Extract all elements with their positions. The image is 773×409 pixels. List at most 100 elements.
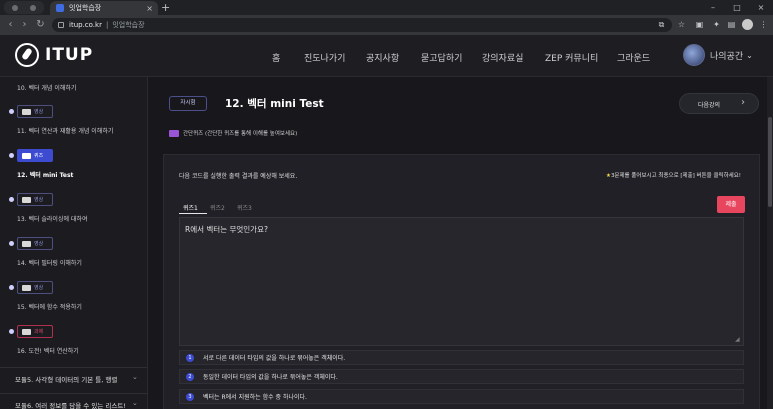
tab-quiz-2[interactable]: 퀴즈2	[210, 203, 225, 212]
module-title: 모듈5. 사각형 데이터의 기본 틀, 행렬	[15, 376, 118, 384]
nav-progress[interactable]: 진도나가기	[304, 51, 345, 64]
sidebar-item-label: 10. 벡터 개념 이해하기	[17, 85, 77, 92]
nav-notice[interactable]: 공지사항	[366, 51, 399, 64]
video-camera-icon	[22, 108, 31, 115]
browser-tabstrip: 잇업학습장 × + – □ ×	[0, 0, 773, 15]
url-separator: |	[105, 21, 109, 29]
quiz-instruction: 다음 코드를 실행한 출력 결과를 예상해 보세요.	[179, 173, 298, 180]
sidebar-item-label: 11. 벡터 연산과 재활용 개념 이해하기	[17, 128, 114, 135]
user-menu[interactable]: 나의공간 ⌄	[683, 44, 753, 66]
nav-qna[interactable]: 묻고답하기	[421, 51, 462, 64]
answer-option-1[interactable]: 1 서로 다른 데이터 타입의 값을 하나로 묶어놓은 객체이다.	[179, 350, 744, 365]
puzzle-icon[interactable]: ✦	[711, 19, 722, 30]
sidebar-item-label: 16. 도전! 벡터 연산하기	[17, 348, 79, 355]
sidebar-item-label: 13. 벡터 슬라이싱에 대하여	[17, 216, 88, 223]
nav-ground[interactable]: 그라운드	[617, 51, 650, 64]
option-text: 벡터는 R에서 지원하는 함수 중 하나이다.	[203, 394, 307, 401]
minimize-button[interactable]: –	[701, 0, 725, 15]
submit-hint-text: 3문제를 풀어보시고 최종으로 [제출] 버튼을 클릭하세요!	[610, 173, 741, 179]
video-badge: 영상	[17, 105, 53, 118]
close-window-button[interactable]: ×	[749, 0, 773, 15]
video-badge: 영상	[17, 237, 53, 250]
book-icon	[22, 152, 31, 159]
resize-grip-icon[interactable]: ◢	[735, 336, 740, 343]
badge-label: 퀴즈	[34, 153, 44, 159]
tab-title: 잇업학습장	[69, 4, 102, 12]
module-title: 모듈6. 여러 정보를 담을 수 있는 리스트!	[15, 402, 126, 409]
submit-button[interactable]: 제출	[717, 196, 745, 213]
site-logo[interactable]: ITUP	[15, 43, 93, 67]
lesson-type-tag: 자시험	[169, 96, 207, 111]
favicon-icon	[56, 4, 64, 12]
sidepanel-icon[interactable]: ▤	[726, 19, 737, 30]
option-text: 서로 다른 데이터 타입의 값을 하나로 묶어놓은 객체이다.	[203, 355, 346, 362]
video-camera-icon	[22, 240, 31, 247]
active-tab-underline	[179, 213, 207, 214]
chevron-down-icon: ⌄	[132, 399, 138, 407]
quiz-badge: 퀴즈	[17, 149, 53, 162]
chevron-right-icon: ›	[741, 97, 745, 108]
forward-icon[interactable]: ›	[18, 18, 31, 31]
new-tab-button[interactable]: +	[161, 1, 170, 14]
sidebar-item-label: 14. 벡터 필터링 이해하기	[17, 260, 82, 267]
rocket-logo-icon	[15, 43, 39, 67]
answer-option-2[interactable]: 2 동일한 데이터 타입의 값을 하나로 묶어놓은 객체이다.	[179, 369, 744, 384]
bullet-icon	[9, 109, 14, 114]
next-lesson-button[interactable]: 다음강의 ›	[679, 93, 759, 114]
chevron-down-icon: ⌄	[132, 373, 138, 381]
back-icon[interactable]: ‹	[4, 18, 17, 31]
assignment-badge: 과제	[17, 325, 53, 338]
sidebar-item-label: 12. 벡터 mini Test	[17, 172, 74, 179]
sidebar-module-5[interactable]: 모듈5. 사각형 데이터의 기본 틀, 행렬 ⌄	[0, 367, 147, 387]
reload-icon[interactable]: ↻	[34, 18, 47, 31]
browser-tab-active[interactable]: 잇업학습장 ×	[50, 1, 158, 15]
page-title-in-omnibox: 잇업학습장	[112, 21, 145, 29]
install-icon[interactable]: ⧉	[656, 19, 667, 30]
logo-text: ITUP	[45, 45, 94, 65]
bookmark-star-icon[interactable]: ☆	[676, 19, 687, 30]
video-camera-icon	[22, 196, 31, 203]
profile-avatar-icon[interactable]	[742, 19, 753, 30]
bullet-icon	[9, 241, 14, 246]
address-bar[interactable]: itup.co.kr | 잇업학습장	[52, 18, 672, 32]
lock-icon	[58, 22, 64, 28]
badge-label: 영상	[34, 109, 44, 115]
badge-label: 영상	[34, 197, 44, 203]
extension-icon[interactable]: ▣	[694, 19, 705, 30]
nav-zep-community[interactable]: ZEP 커뮤니티	[545, 51, 598, 64]
maximize-button[interactable]: □	[725, 0, 749, 15]
lesson-main: 자시험 12. 벡터 mini Test 다음강의 › 간단퀴즈 (간단한 퀴즈…	[148, 77, 773, 409]
question-area[interactable]: R에서 벡터는 무엇인가요? ◢	[179, 217, 744, 346]
option-number: 2	[186, 372, 194, 381]
avatar	[683, 44, 705, 66]
video-badge: 영상	[17, 193, 53, 206]
option-text: 동일한 데이터 타입의 값을 하나로 묶어놓은 객체이다.	[203, 374, 338, 381]
quiz-hint: 간단퀴즈 (간단한 퀴즈를 통해 이해를 높여보세요)	[169, 129, 297, 137]
tab-quiz-3[interactable]: 퀴즈3	[237, 203, 252, 212]
menu-dots-icon[interactable]: ⋮	[758, 19, 769, 30]
app-root: 잇업학습장 × + – □ × ‹ › ↻ itup.co.kr | 잇업학습장…	[0, 0, 773, 409]
nav-materials[interactable]: 강의자료실	[482, 51, 523, 64]
quiz-hint-text: 간단퀴즈 (간단한 퀴즈를 통해 이해를 높여보세요)	[183, 131, 298, 137]
question-text: R에서 벡터는 무엇인가요?	[185, 225, 268, 234]
submit-hint: ★3문제를 풀어보시고 최종으로 [제출] 버튼을 클릭하세요!	[606, 171, 741, 179]
tab-close-icon[interactable]: ×	[146, 4, 153, 13]
option-number: 3	[186, 392, 194, 401]
next-lesson-label: 다음강의	[698, 102, 721, 109]
chevron-down-icon: ⌄	[746, 50, 753, 60]
graduation-cap-icon	[169, 129, 179, 137]
option-number: 1	[186, 353, 194, 362]
page-title: 12. 벡터 mini Test	[225, 98, 324, 110]
answer-option-3[interactable]: 3 벡터는 R에서 지원하는 함수 중 하나이다.	[179, 389, 744, 404]
page-scrollbar[interactable]	[767, 77, 773, 409]
tab-quiz-1[interactable]: 퀴즈1	[183, 203, 198, 212]
nav-home[interactable]: 홈	[272, 51, 280, 64]
scrollbar-thumb[interactable]	[768, 117, 772, 207]
bullet-icon	[9, 329, 14, 334]
browser-toolbar: ‹ › ↻ itup.co.kr | 잇업학습장 ⧉ ☆ ▣ ✦ ▤ ⋮	[0, 15, 773, 35]
tab-group-indicator[interactable]	[4, 1, 44, 14]
sidebar-item-label: 15. 벡터에 함수 적용하기	[17, 304, 82, 311]
sidebar-module-6[interactable]: 모듈6. 여러 정보를 담을 수 있는 리스트! ⌄	[0, 393, 147, 409]
quiz-panel: 다음 코드를 실행한 출력 결과를 예상해 보세요. ★3문제를 풀어보시고 최…	[163, 154, 760, 409]
badge-label: 영상	[34, 241, 44, 247]
